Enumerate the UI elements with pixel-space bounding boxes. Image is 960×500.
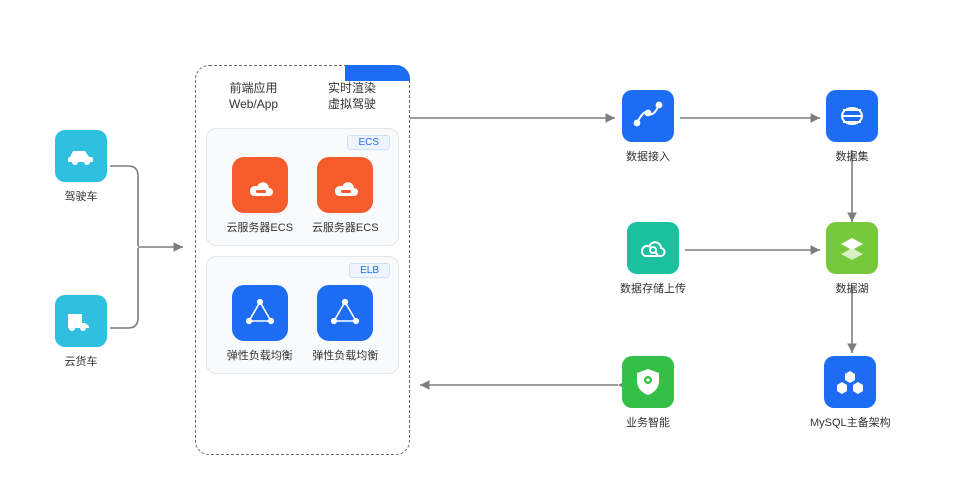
mysql-node: MySQL主备架构 xyxy=(810,356,891,430)
cloud-search-icon xyxy=(627,222,679,274)
ecs-tag: ECS xyxy=(347,135,390,150)
truck-label: 云货车 xyxy=(65,353,98,369)
center-box: 前端应用Web/App 实时渲染虚拟驾驶 ECS 云服务器ECS 云服务器ECS… xyxy=(195,65,410,455)
layers-icon xyxy=(826,222,878,274)
flow-label: 数据接入 xyxy=(626,148,670,164)
ecs-node-b: 云服务器ECS xyxy=(312,157,379,235)
storage-label: 数据存储上传 xyxy=(620,280,686,296)
shield-node: 业务智能 xyxy=(622,356,674,430)
dataset-label: 数据集 xyxy=(836,148,869,164)
truck-node: 云货车 xyxy=(55,295,107,369)
load-balancer-icon xyxy=(232,285,288,341)
dataset-icon xyxy=(826,90,878,142)
flow-node: 数据接入 xyxy=(622,90,674,164)
car-node: 驾驶车 xyxy=(55,130,107,204)
shield-gear-icon xyxy=(622,356,674,408)
car-label: 驾驶车 xyxy=(65,188,98,204)
car-icon xyxy=(55,130,107,182)
lake-node: 数据湖 xyxy=(826,222,878,296)
shield-label: 业务智能 xyxy=(626,414,670,430)
lake-label: 数据湖 xyxy=(836,280,869,296)
center-tab xyxy=(345,65,410,81)
ecs-group: ECS 云服务器ECS 云服务器ECS xyxy=(206,128,399,246)
cloud-server-icon xyxy=(317,157,373,213)
load-balancer-icon xyxy=(317,285,373,341)
cloud-server-icon xyxy=(232,157,288,213)
flow-icon xyxy=(622,90,674,142)
mysql-label: MySQL主备架构 xyxy=(810,414,891,430)
cluster-icon xyxy=(824,356,876,408)
truck-icon xyxy=(55,295,107,347)
storage-node: 数据存储上传 xyxy=(620,222,686,296)
dataset-node: 数据集 xyxy=(826,90,878,164)
elb-tag: ELB xyxy=(349,263,390,278)
elb-node-b: 弹性负载均衡 xyxy=(312,285,378,363)
ecs-node-a: 云服务器ECS xyxy=(226,157,293,235)
elb-node-a: 弹性负载均衡 xyxy=(227,285,293,363)
elb-group: ELB 弹性负载均衡 弹性负载均衡 xyxy=(206,256,399,374)
